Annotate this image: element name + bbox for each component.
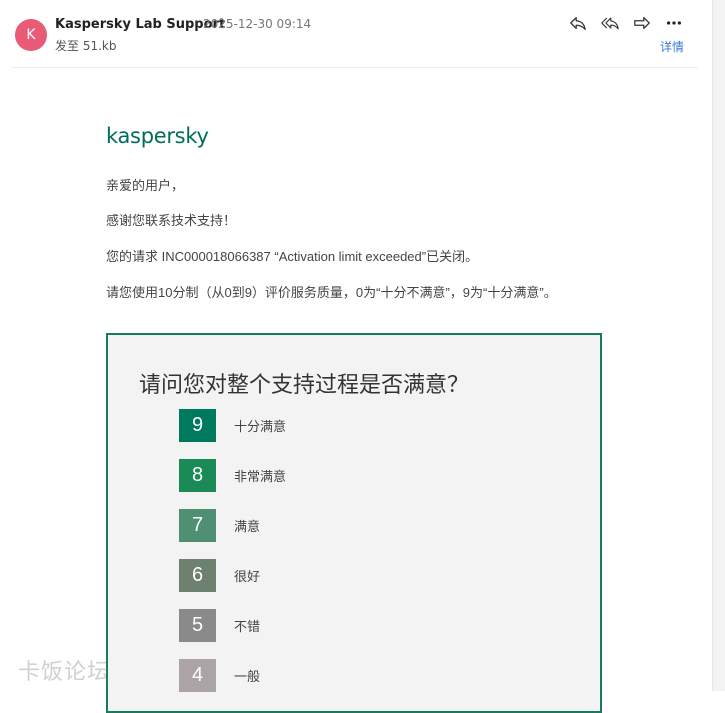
reply-icon xyxy=(570,16,586,30)
rating-option-6[interactable]: 6 很好 xyxy=(179,558,261,592)
forward-button[interactable] xyxy=(630,12,654,34)
window-edge xyxy=(713,0,725,691)
details-link[interactable]: 详情 xyxy=(660,38,684,55)
request-status-text: 您的请求 INC000018066387 “Activation limit e… xyxy=(106,249,479,264)
thanks-text: 感谢您联系技术支持！ xyxy=(106,213,237,228)
rating-label: 一般 xyxy=(234,669,261,685)
satisfaction-survey: 请问您对整个支持过程是否满意？ 9 十分满意 8 非常满意 7 满意 6 很好 … xyxy=(106,333,602,713)
email-actions xyxy=(566,12,686,34)
forward-icon xyxy=(634,16,650,30)
rating-option-8[interactable]: 8 非常满意 xyxy=(179,458,287,492)
rating-option-9[interactable]: 9 十分满意 xyxy=(179,408,287,442)
rating-value[interactable]: 8 xyxy=(179,458,216,492)
sender-avatar: K xyxy=(15,19,47,51)
rating-value[interactable]: 7 xyxy=(179,508,216,542)
rating-value[interactable]: 5 xyxy=(179,608,216,642)
more-button[interactable] xyxy=(662,12,686,34)
reply-all-button[interactable] xyxy=(598,12,622,34)
reply-all-icon xyxy=(601,17,619,30)
forum-watermark: 卡饭论坛 xyxy=(18,660,111,685)
rating-option-7[interactable]: 7 满意 xyxy=(179,508,261,542)
greeting-text: 亲爱的用户， xyxy=(106,178,185,193)
kaspersky-logo: kaspersky xyxy=(106,124,209,148)
recipient-line: 发至 51.kb xyxy=(55,39,117,53)
rating-label: 很好 xyxy=(234,569,261,585)
rating-label: 满意 xyxy=(234,519,261,535)
sender-name[interactable]: Kaspersky Lab Support xyxy=(55,17,225,32)
window-edge-line xyxy=(712,0,713,691)
survey-question: 请问您对整个支持过程是否满意？ xyxy=(139,372,470,397)
instructions-text: 请您使用10分制（从0到9）评价服务质量，0为“十分不满意”，9为“十分满意”。 xyxy=(106,285,557,300)
email-timestamp: 2025-12-30 09:14 xyxy=(203,17,312,31)
email-header: K Kaspersky Lab Support 2025-12-30 09:14… xyxy=(0,0,712,68)
rating-option-5[interactable]: 5 不错 xyxy=(179,608,261,642)
rating-value[interactable]: 4 xyxy=(179,658,216,692)
header-divider xyxy=(12,67,698,68)
rating-option-4[interactable]: 4 一般 xyxy=(179,658,261,692)
rating-value[interactable]: 9 xyxy=(179,408,216,442)
reply-button[interactable] xyxy=(566,12,590,34)
rating-label: 非常满意 xyxy=(234,469,287,485)
rating-label: 不错 xyxy=(234,619,261,635)
rating-value[interactable]: 6 xyxy=(179,558,216,592)
rating-label: 十分满意 xyxy=(234,419,287,435)
more-icon xyxy=(666,21,682,25)
